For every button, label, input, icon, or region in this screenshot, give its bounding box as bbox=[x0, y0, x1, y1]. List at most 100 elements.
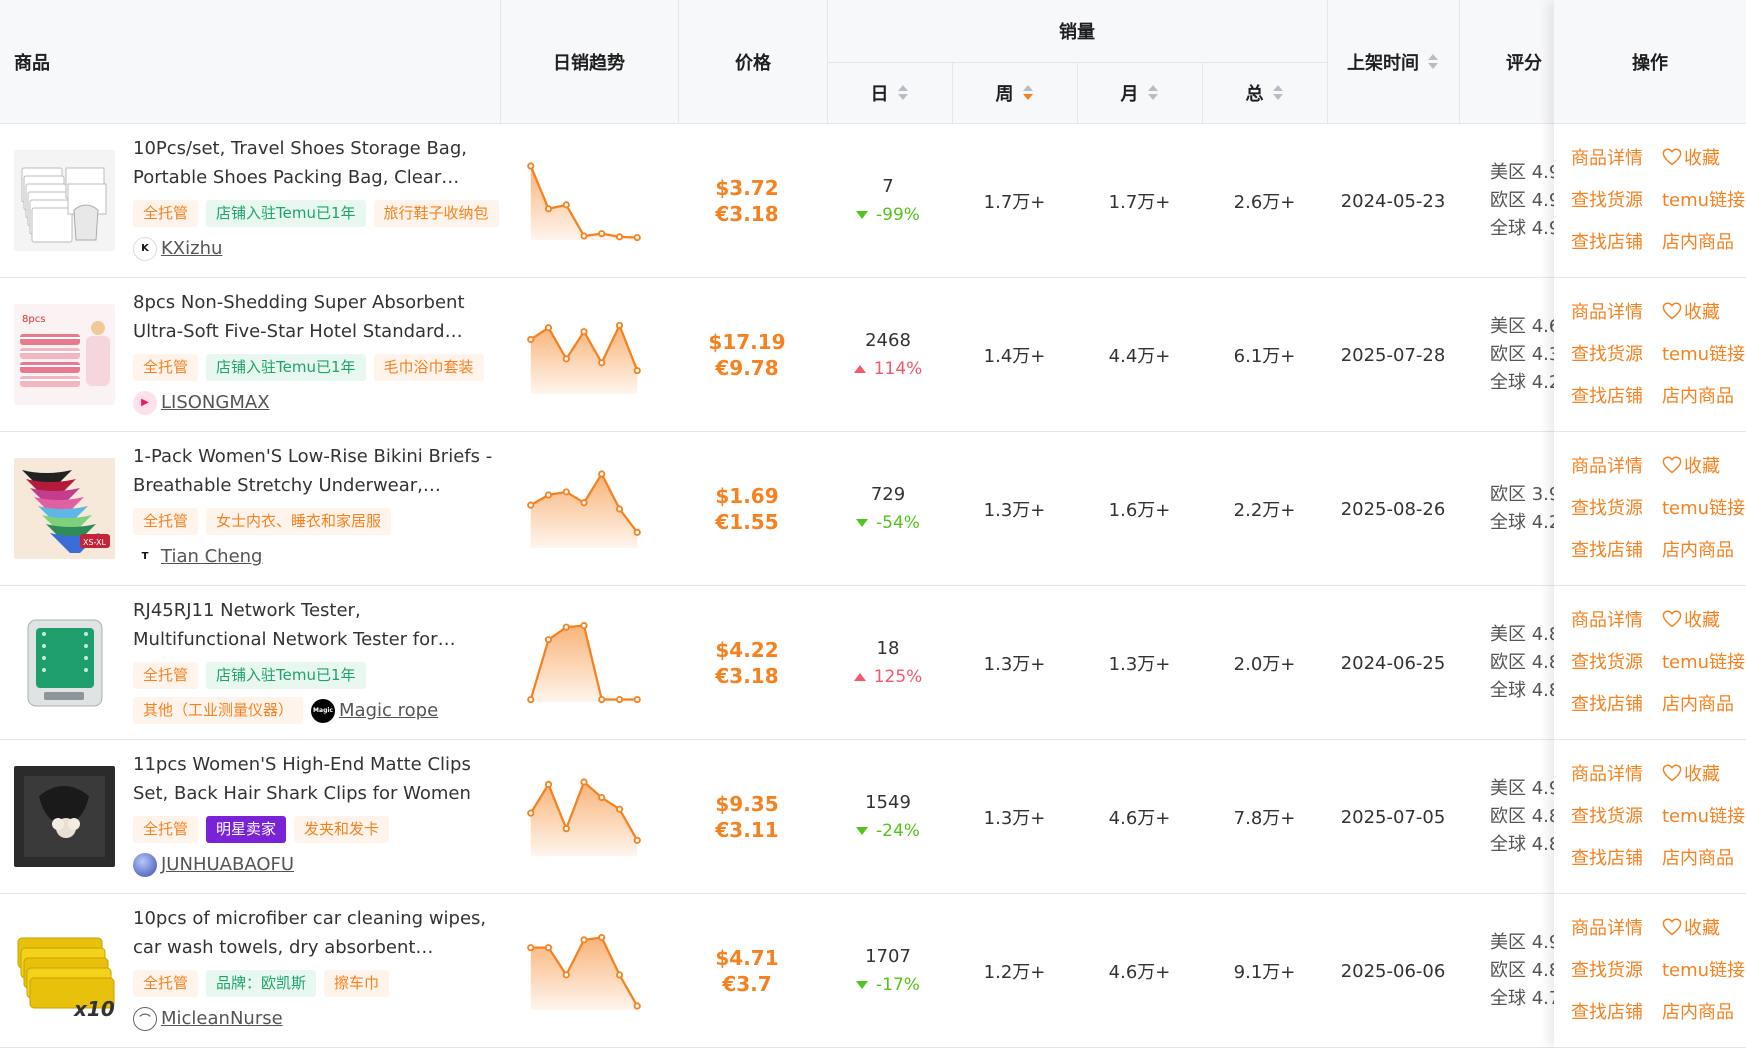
shop-items-link[interactable]: 店内商品 bbox=[1662, 536, 1734, 562]
temu-link[interactable]: temu链接 bbox=[1662, 648, 1745, 674]
product-detail-link[interactable]: 商品详情 bbox=[1571, 452, 1643, 478]
header-product: 商品 bbox=[14, 53, 50, 74]
shop-items-link[interactable]: 店内商品 bbox=[1662, 228, 1734, 254]
shop-name[interactable]: Tian Cheng bbox=[161, 546, 263, 567]
sparkline-point bbox=[527, 335, 535, 344]
price-eur: €3.18 bbox=[715, 202, 779, 226]
product-tags: 全托管 女士内衣、睡衣和家居服 T Tian Cheng bbox=[133, 508, 503, 570]
product-title[interactable]: RJ45RJ11 Network Tester, Multifunctional… bbox=[133, 596, 493, 654]
sparkline-point bbox=[598, 230, 606, 238]
month-sales: 4.4万+ bbox=[1108, 346, 1171, 367]
product-tag: 店铺入驻Temu已1年 bbox=[206, 662, 366, 689]
product-tags: 全托管 店铺入驻Temu已1年 旅行鞋子收纳包 K KXizhu bbox=[133, 200, 503, 262]
sparkline-point bbox=[598, 793, 606, 802]
shop-name[interactable]: KXizhu bbox=[161, 238, 222, 259]
temu-link[interactable]: temu链接 bbox=[1662, 956, 1745, 982]
favorite-button[interactable]: 收藏 bbox=[1662, 914, 1720, 940]
favorite-button[interactable]: 收藏 bbox=[1662, 452, 1720, 478]
product-detail-link[interactable]: 商品详情 bbox=[1571, 606, 1643, 632]
shop-link[interactable]: ⌒ MicleanNurse bbox=[133, 1005, 283, 1032]
sort-total[interactable]: 总 bbox=[1202, 62, 1327, 124]
product-thumbnail[interactable] bbox=[14, 150, 115, 251]
favorite-button[interactable]: 收藏 bbox=[1662, 760, 1720, 786]
find-shop-link[interactable]: 查找店铺 bbox=[1571, 690, 1643, 716]
temu-link[interactable]: temu链接 bbox=[1662, 802, 1745, 828]
product-thumbnail[interactable]: XS-XL bbox=[14, 458, 115, 559]
product-detail-link[interactable]: 商品详情 bbox=[1571, 760, 1643, 786]
find-shop-link[interactable]: 查找店铺 bbox=[1571, 844, 1643, 870]
shop-link[interactable]: K KXizhu bbox=[133, 235, 222, 262]
sort-icon bbox=[897, 84, 909, 102]
product-title[interactable]: 10pcs of microfiber car cleaning wipes, … bbox=[133, 904, 493, 962]
product-detail-link[interactable]: 商品详情 bbox=[1571, 144, 1643, 170]
shop-items-link[interactable]: 店内商品 bbox=[1662, 844, 1734, 870]
product-title[interactable]: 11pcs Women'S High-End Matte Clips Set, … bbox=[133, 750, 493, 808]
sparkline-point bbox=[633, 836, 641, 844]
favorite-button[interactable]: 收藏 bbox=[1662, 298, 1720, 324]
heart-icon bbox=[1662, 148, 1682, 166]
product-title[interactable]: 8pcs Non-Shedding Super Absorbent Ultra-… bbox=[133, 288, 493, 346]
find-shop-link[interactable]: 查找店铺 bbox=[1571, 998, 1643, 1024]
sparkline-point bbox=[615, 695, 624, 704]
total-sales: 2.6万+ bbox=[1233, 192, 1296, 213]
product-tag: 全托管 bbox=[133, 200, 199, 227]
shop-items-link[interactable]: 店内商品 bbox=[1662, 382, 1734, 408]
shop-name[interactable]: LISONGMAX bbox=[161, 392, 270, 413]
product-detail-link[interactable]: 商品详情 bbox=[1571, 298, 1643, 324]
favorite-button[interactable]: 收藏 bbox=[1662, 606, 1720, 632]
shop-name[interactable]: Magic rope bbox=[339, 700, 438, 721]
rating-line: 全球 4.2 bbox=[1490, 372, 1556, 393]
temu-link[interactable]: temu链接 bbox=[1662, 494, 1745, 520]
product-thumbnail[interactable] bbox=[14, 766, 115, 867]
sparkline-point bbox=[544, 324, 553, 332]
header-actions: 操作 bbox=[1554, 0, 1746, 124]
find-source-link[interactable]: 查找货源 bbox=[1571, 494, 1643, 520]
find-source-link[interactable]: 查找货源 bbox=[1571, 802, 1643, 828]
table-header: 商品 日销趋势 价格 销量 日 周 月 总 上架时间 评分 bbox=[0, 0, 1746, 124]
find-source-link[interactable]: 查找货源 bbox=[1571, 648, 1643, 674]
product-thumbnail[interactable]: 8pcs bbox=[14, 304, 115, 405]
price-usd: $1.69 bbox=[715, 484, 779, 508]
sort-icon bbox=[1427, 53, 1439, 71]
find-shop-link[interactable]: 查找店铺 bbox=[1571, 536, 1643, 562]
total-sales: 2.2万+ bbox=[1233, 500, 1296, 521]
rating-line: 欧区 4.3 bbox=[1490, 344, 1556, 365]
temu-link[interactable]: temu链接 bbox=[1662, 186, 1745, 212]
sort-icon bbox=[1147, 84, 1159, 102]
shop-link[interactable]: T Tian Cheng bbox=[133, 543, 263, 570]
shop-items-link[interactable]: 店内商品 bbox=[1662, 998, 1734, 1024]
rating-line: 欧区 3.9 bbox=[1490, 484, 1556, 505]
table-row: XS-XL 1-Pack Women'S Low-Rise Bikini Brie… bbox=[0, 432, 1746, 586]
find-shop-link[interactable]: 查找店铺 bbox=[1571, 228, 1643, 254]
total-sales: 6.1万+ bbox=[1233, 346, 1296, 367]
temu-link[interactable]: temu链接 bbox=[1662, 340, 1745, 366]
find-source-link[interactable]: 查找货源 bbox=[1571, 956, 1643, 982]
shop-name[interactable]: MicleanNurse bbox=[161, 1008, 283, 1029]
find-source-link[interactable]: 查找货源 bbox=[1571, 340, 1643, 366]
product-detail-link[interactable]: 商品详情 bbox=[1571, 914, 1643, 940]
product-title[interactable]: 10Pcs/set, Travel Shoes Storage Bag, Por… bbox=[133, 134, 493, 192]
product-tag: 擦车巾 bbox=[324, 970, 390, 997]
product-thumbnail[interactable]: x10 bbox=[14, 920, 115, 1021]
product-tag: 全托管 bbox=[133, 508, 199, 535]
shop-link[interactable]: Magic Magic rope bbox=[311, 697, 438, 724]
find-source-link[interactable]: 查找货源 bbox=[1571, 186, 1643, 212]
week-sales: 1.4万+ bbox=[983, 346, 1046, 367]
sort-day[interactable]: 日 bbox=[827, 62, 952, 124]
sort-week[interactable]: 周 bbox=[952, 62, 1077, 124]
shop-name[interactable]: JUNHUABAOFU bbox=[161, 854, 294, 875]
favorite-button[interactable]: 收藏 bbox=[1662, 144, 1720, 170]
actions-cell: 商品详情 收藏 查找货源 temu链接 查找店铺 店内商品 bbox=[1554, 278, 1746, 432]
sparkline-point bbox=[598, 695, 606, 704]
product-thumbnail[interactable] bbox=[14, 612, 115, 713]
shop-items-link[interactable]: 店内商品 bbox=[1662, 690, 1734, 716]
price-usd: $4.71 bbox=[715, 946, 779, 970]
find-shop-link[interactable]: 查找店铺 bbox=[1571, 382, 1643, 408]
sort-listed[interactable]: 上架时间 bbox=[1327, 0, 1459, 124]
sparkline-point bbox=[544, 205, 553, 213]
shop-link[interactable]: JUNHUABAOFU bbox=[133, 851, 294, 878]
product-title[interactable]: 1-Pack Women'S Low-Rise Bikini Briefs - … bbox=[133, 442, 493, 500]
product-tag: 全托管 bbox=[133, 662, 199, 689]
shop-link[interactable]: ▶ LISONGMAX bbox=[133, 389, 270, 416]
sort-month[interactable]: 月 bbox=[1077, 62, 1202, 124]
